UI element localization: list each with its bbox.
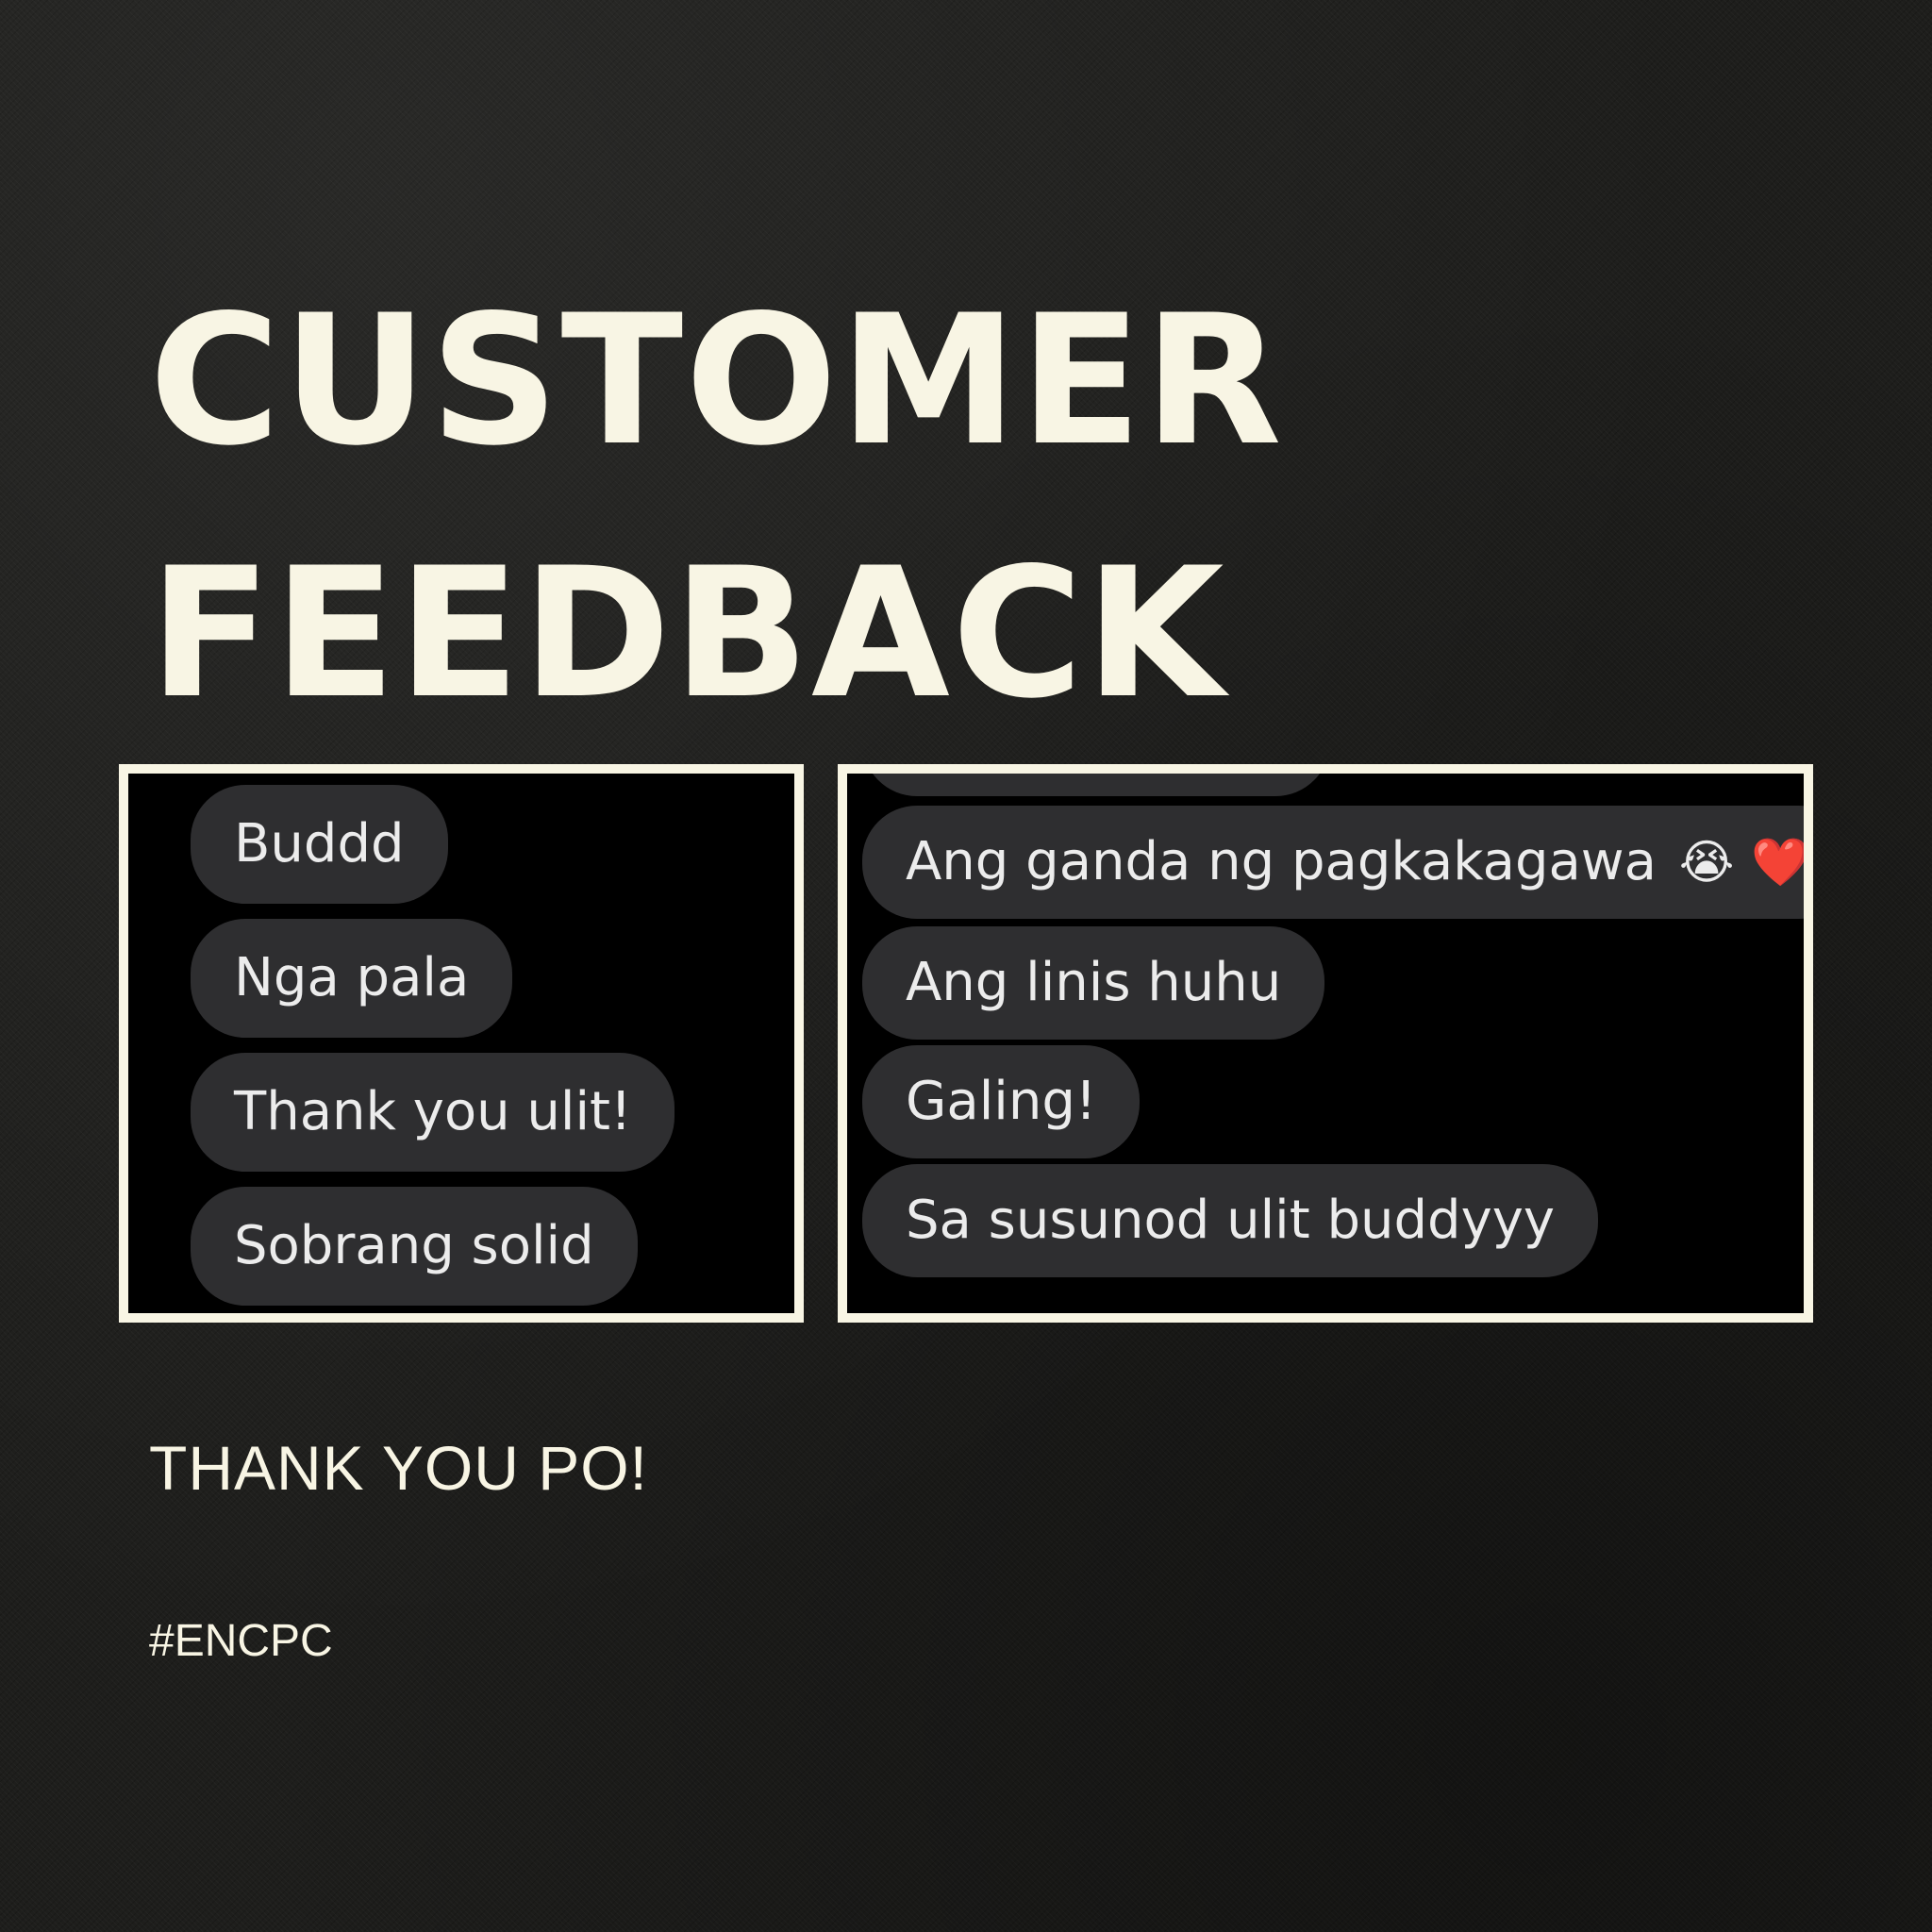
chat-bubble-text: Galing! — [906, 1071, 1097, 1132]
chat-bubble-text: Sa susunod ulit buddyyy — [906, 1190, 1556, 1251]
chat-screenshot-left: Buddd Nga pala Thank you ulit! Sobrang s… — [119, 764, 804, 1323]
chat-bubble-text: Nga pala — [234, 947, 470, 1008]
chat-bubble: Galing! — [862, 1045, 1141, 1158]
headline-line-2: FEEDBACK — [149, 529, 1226, 738]
chat-bubble: Sobrang solid — [191, 1187, 638, 1306]
crying-face-emoji: 😭 — [1678, 835, 1735, 890]
chat-bubble: Nga pala — [191, 919, 513, 1038]
chat-bubble: Ang ganda ng pagkakagawa 😭 ❤️ — [862, 806, 1810, 919]
hashtag-text: #ENCPC — [149, 1616, 333, 1666]
chat-bubble: Ang linis huhu — [862, 926, 1325, 1040]
chat-bubble-partial — [862, 774, 1330, 796]
red-heart-emoji: ❤️ — [1751, 835, 1810, 890]
chat-bubble-text: Buddd — [234, 813, 405, 874]
chat-bubble: Buddd — [191, 785, 448, 904]
chat-bubble: Thank you ulit! — [191, 1053, 675, 1172]
chat-bubble-text: Ang ganda ng pagkakagawa — [906, 831, 1657, 892]
thank-you-text: THANK YOU PO! — [149, 1433, 648, 1503]
chat-bubble-text: Ang linis huhu — [906, 952, 1282, 1013]
chat-bubble-text: Sobrang solid — [234, 1215, 594, 1276]
chat-bubble-text: Thank you ulit! — [234, 1081, 632, 1142]
headline-line-1: CUSTOMER — [149, 276, 1284, 485]
chat-screenshot-right: Ang ganda ng pagkakagawa 😭 ❤️ Ang linis … — [838, 764, 1813, 1323]
chat-bubble: Sa susunod ulit buddyyy — [862, 1164, 1599, 1277]
headline: CUSTOMER FEEDBACK — [149, 255, 1284, 760]
